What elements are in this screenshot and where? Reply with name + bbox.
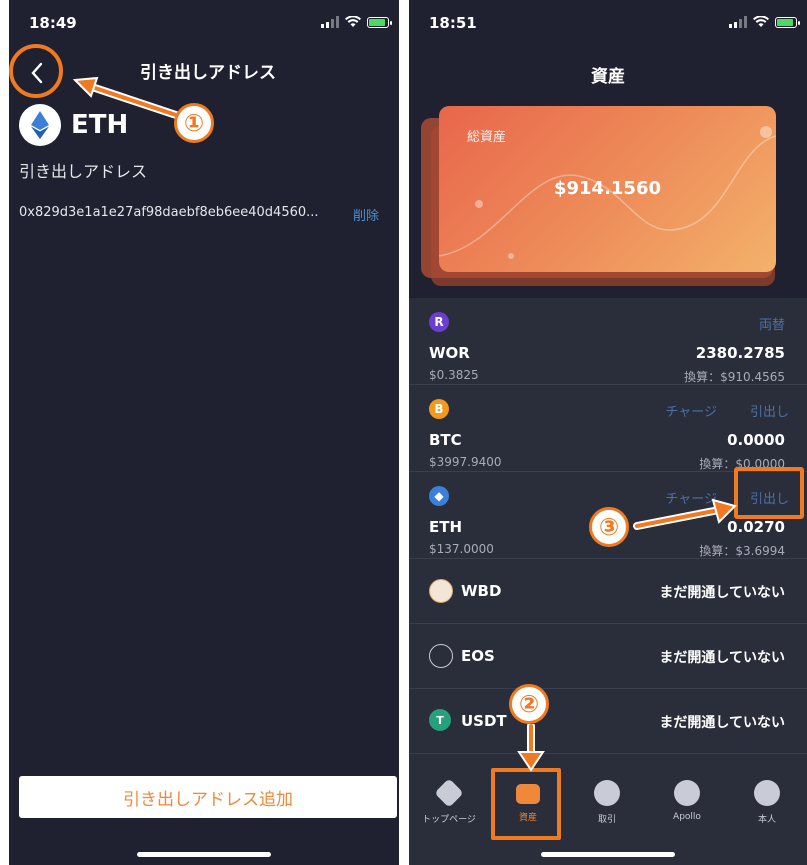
asset-name: BTC [429, 431, 462, 449]
add-withdraw-address-button[interactable]: 引き出しアドレス追加 [19, 776, 397, 818]
planet-icon [674, 780, 700, 806]
tab-top-page[interactable]: トップページ [409, 778, 489, 825]
asset-name: ETH [429, 518, 463, 536]
asset-amount: 0.0000 [727, 431, 785, 449]
tab-apollo[interactable]: Apollo [647, 780, 727, 822]
status-bar: 18:51 資産 [409, 0, 807, 90]
asset-name: WBD [461, 582, 502, 600]
status-time: 18:51 [429, 14, 477, 32]
withdraw-address-screen: 18:49 ① 引き出しアドレス ETH 引き出しアドレス 0x829d3e1a… [9, 0, 399, 865]
asset-name: WOR [429, 344, 470, 362]
wifi-icon [753, 16, 769, 27]
total-assets-label: 総資産 [467, 130, 507, 145]
status-time: 18:49 [29, 14, 77, 32]
annotation-badge-3: ③ [589, 507, 629, 547]
total-assets-value: $914.1560 [553, 178, 662, 199]
asset-row-btc[interactable]: B チャージ 引出し BTC 0.0000 $3997.9400 換算：$0.0… [409, 385, 807, 472]
total-assets-card: 総資産 $914.1560 [439, 106, 776, 272]
asset-name: EOS [461, 647, 495, 665]
wor-icon: R [429, 312, 449, 332]
tab-label: 本人 [757, 815, 776, 825]
annotation-arrow-2 [517, 724, 545, 772]
tab-trade[interactable]: 取引 [567, 780, 647, 825]
section-label: 引き出しアドレス [19, 162, 148, 181]
annotation-badge-2: ② [509, 684, 549, 724]
annotation-arrow-3 [633, 498, 737, 530]
asset-status: まだ開通していない [659, 585, 785, 601]
asset-converted: 換算：$3.6994 [699, 544, 785, 558]
delete-address-button[interactable]: 削除 [353, 205, 379, 224]
asset-price: $137.0000 [429, 542, 494, 556]
signal-icon [729, 16, 747, 28]
tab-label: Apollo [673, 812, 701, 822]
asset-status: まだ開通していない [659, 715, 785, 731]
tab-label: 取引 [597, 815, 616, 825]
asset-price: $0.3825 [429, 368, 479, 382]
tab-bar: トップページ 資産 取引 Apollo 本人 [409, 768, 807, 865]
wbd-icon [429, 579, 453, 603]
usdt-icon: T [429, 709, 451, 731]
eos-icon [429, 644, 453, 668]
home-indicator [541, 852, 675, 857]
status-icons [321, 16, 392, 28]
asset-name: USDT [461, 712, 507, 730]
tab-label: トップページ [422, 815, 476, 825]
total-assets-card-area: 総資産 $914.1560 [409, 90, 807, 298]
asset-price: $3997.9400 [429, 455, 502, 469]
page-title: 引き出しアドレス [140, 63, 276, 83]
btc-icon: B [429, 399, 449, 419]
signal-icon [321, 16, 339, 28]
annotation-highlight-back [9, 44, 63, 98]
page-title: 資産 [591, 67, 625, 87]
battery-icon [367, 16, 392, 28]
annotation-highlight-withdraw [734, 467, 804, 519]
asset-status: まだ開通していない [659, 650, 785, 666]
status-icons [729, 16, 800, 28]
home-indicator [137, 852, 271, 857]
withdraw-address: 0x829d3e1a1e27af98daebf8eb6ee40d4560... [19, 205, 319, 220]
annotation-badge-1: ① [174, 103, 214, 143]
hexagon-icon [434, 778, 464, 808]
annotation-highlight-assets-tab [491, 768, 561, 840]
coin-name: ETH [71, 110, 129, 140]
inactive-row-usdt[interactable]: T USDT まだ開通していない [409, 689, 807, 754]
asset-converted: 換算：$910.4565 [684, 370, 785, 384]
withdraw-button[interactable]: 引出し [750, 401, 789, 420]
assets-screen: 18:51 資産 総資産 $914.1560 R 両替 WOR 2380.278 [409, 0, 807, 865]
user-icon [754, 780, 780, 806]
wifi-icon [345, 16, 361, 27]
tab-profile[interactable]: 本人 [727, 780, 807, 825]
charge-button[interactable]: チャージ [665, 401, 717, 420]
eth-icon: ◆ [429, 486, 449, 506]
divider [399, 0, 409, 865]
exchange-button[interactable]: 両替 [759, 314, 785, 333]
asset-row-wor[interactable]: R 両替 WOR 2380.2785 $0.3825 換算：$910.4565 [409, 298, 807, 385]
asset-amount: 2380.2785 [695, 344, 785, 362]
inactive-row-wbd[interactable]: WBD まだ開通していない [409, 559, 807, 624]
trade-icon [594, 780, 620, 806]
eth-logo-icon [19, 104, 61, 146]
battery-icon [775, 16, 800, 28]
inactive-row-eos[interactable]: EOS まだ開通していない [409, 624, 807, 689]
status-bar: 18:49 [9, 0, 399, 50]
